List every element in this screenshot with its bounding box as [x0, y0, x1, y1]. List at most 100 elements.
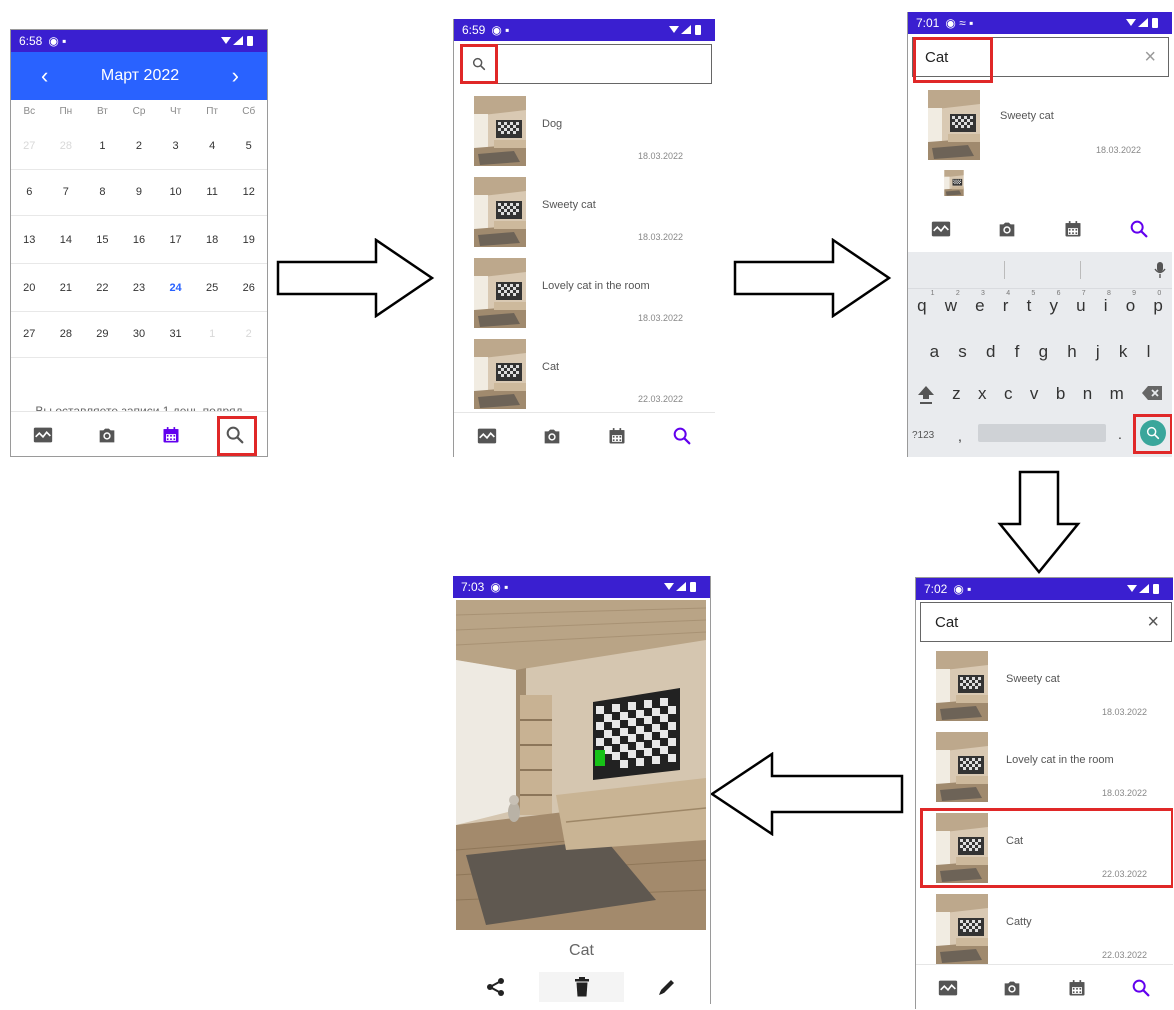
key[interactable]: a — [930, 342, 939, 362]
day-cell[interactable]: 10 — [157, 170, 194, 215]
backspace-icon[interactable] — [1141, 384, 1163, 402]
nav-camera-button[interactable] — [89, 417, 125, 453]
key[interactable]: l — [1147, 342, 1151, 362]
day-cell[interactable]: 22 — [84, 266, 121, 311]
key[interactable]: p — [1153, 296, 1162, 316]
mic-icon[interactable] — [1154, 262, 1166, 278]
nav-camera-button[interactable] — [534, 418, 570, 454]
next-month-button[interactable]: › — [232, 63, 239, 89]
day-cell[interactable]: 1 — [84, 124, 121, 169]
close-icon[interactable]: × — [1144, 46, 1156, 69]
key[interactable]: t — [1027, 296, 1032, 316]
comma-key[interactable]: , — [958, 428, 962, 444]
period-key[interactable]: . — [1118, 426, 1122, 442]
symbols-key[interactable]: ?123 — [912, 430, 934, 441]
day-cell[interactable]: 26 — [230, 266, 267, 311]
key[interactable]: s — [958, 342, 967, 362]
search-input[interactable]: Cat — [935, 614, 958, 631]
day-cell[interactable]: 7 — [48, 170, 85, 215]
list-item[interactable]: Cat 22.03.2022 — [454, 334, 715, 414]
key[interactable]: d — [986, 342, 995, 362]
day-cell[interactable]: 3 — [157, 124, 194, 169]
day-cell[interactable]: 25 — [194, 266, 231, 311]
day-cell[interactable]: 16 — [121, 218, 158, 263]
key[interactable]: u — [1076, 296, 1085, 316]
key[interactable]: i — [1104, 296, 1108, 316]
key[interactable]: n — [1083, 384, 1092, 404]
key[interactable]: j — [1096, 342, 1100, 362]
day-cell[interactable]: 18 — [194, 218, 231, 263]
edit-button[interactable] — [624, 972, 710, 1002]
share-button[interactable] — [453, 972, 539, 1002]
nav-search-button[interactable] — [1121, 211, 1157, 247]
key[interactable]: r — [1003, 296, 1009, 316]
key[interactable]: m — [1110, 384, 1124, 404]
day-cell[interactable]: 14 — [48, 218, 85, 263]
day-cell[interactable]: 2 — [230, 312, 267, 357]
nav-camera-button[interactable] — [994, 970, 1030, 1006]
day-cell[interactable]: 9 — [121, 170, 158, 215]
day-cell[interactable]: 27 — [11, 124, 48, 169]
shift-icon[interactable] — [917, 384, 935, 404]
nav-stats-button[interactable] — [469, 418, 505, 454]
day-cell[interactable]: 5 — [230, 124, 267, 169]
list-item[interactable]: Sweety cat 18.03.2022 — [908, 85, 1172, 165]
key[interactable]: b — [1056, 384, 1065, 404]
key[interactable]: g — [1039, 342, 1048, 362]
key[interactable]: c — [1004, 384, 1013, 404]
close-icon[interactable]: × — [1147, 611, 1159, 634]
list-item[interactable]: Lovely cat in the room 18.03.2022 — [916, 727, 1173, 807]
list-item[interactable]: Sweety cat 18.03.2022 — [454, 172, 715, 252]
day-cell[interactable]: 15 — [84, 218, 121, 263]
day-cell[interactable]: 29 — [84, 312, 121, 357]
day-cell[interactable]: 28 — [48, 312, 85, 357]
nav-stats-button[interactable] — [930, 970, 966, 1006]
key[interactable]: y — [1049, 296, 1058, 316]
day-cell[interactable]: 2 — [121, 124, 158, 169]
nav-calendar-button[interactable] — [1059, 970, 1095, 1006]
day-cell[interactable]: 12 — [230, 170, 267, 215]
nav-camera-button[interactable] — [989, 211, 1025, 247]
day-cell[interactable]: 19 — [230, 218, 267, 263]
key[interactable]: q — [917, 296, 926, 316]
key[interactable]: x — [978, 384, 987, 404]
key[interactable]: w — [945, 296, 957, 316]
key[interactable]: o — [1126, 296, 1135, 316]
key[interactable]: v — [1030, 384, 1039, 404]
day-cell[interactable]: 21 — [48, 266, 85, 311]
day-cell[interactable]: 31 — [157, 312, 194, 357]
nav-search-button[interactable] — [664, 418, 700, 454]
list-item[interactable]: Dog 18.03.2022 — [454, 91, 715, 171]
day-cell[interactable]: 8 — [84, 170, 121, 215]
day-cell[interactable]: 1 — [194, 312, 231, 357]
day-cell[interactable]: 13 — [11, 218, 48, 263]
nav-calendar-button[interactable] — [153, 417, 189, 453]
search-bar[interactable]: Cat × — [920, 602, 1172, 642]
prev-month-button[interactable]: ‹ — [41, 63, 48, 89]
list-item[interactable]: Sweety cat 18.03.2022 — [916, 646, 1173, 726]
day-cell[interactable]: 27 — [11, 312, 48, 357]
key[interactable]: e — [975, 296, 984, 316]
nav-search-button[interactable] — [1123, 970, 1159, 1006]
day-cell[interactable]: 23 — [121, 266, 158, 311]
nav-stats-button[interactable] — [25, 417, 61, 453]
day-cell[interactable]: 6 — [11, 170, 48, 215]
key[interactable]: f — [1015, 342, 1020, 362]
space-bar[interactable] — [978, 424, 1106, 442]
delete-button[interactable] — [538, 972, 625, 1002]
nav-calendar-button[interactable] — [1055, 211, 1091, 247]
day-cell[interactable]: 20 — [11, 266, 48, 311]
day-cell-today[interactable]: 24 — [157, 266, 194, 311]
nav-stats-button[interactable] — [923, 211, 959, 247]
key[interactable]: z — [952, 384, 961, 404]
key[interactable]: h — [1067, 342, 1076, 362]
day-cell[interactable]: 28 — [48, 124, 85, 169]
day-cell[interactable]: 17 — [157, 218, 194, 263]
list-item[interactable]: Catty 22.03.2022 — [916, 889, 1173, 969]
day-cell[interactable]: 11 — [194, 170, 231, 215]
day-cell[interactable]: 4 — [194, 124, 231, 169]
key[interactable]: k — [1119, 342, 1128, 362]
list-item[interactable]: Lovely cat in the room 18.03.2022 — [454, 253, 715, 333]
nav-calendar-button[interactable] — [599, 418, 635, 454]
day-cell[interactable]: 30 — [121, 312, 158, 357]
